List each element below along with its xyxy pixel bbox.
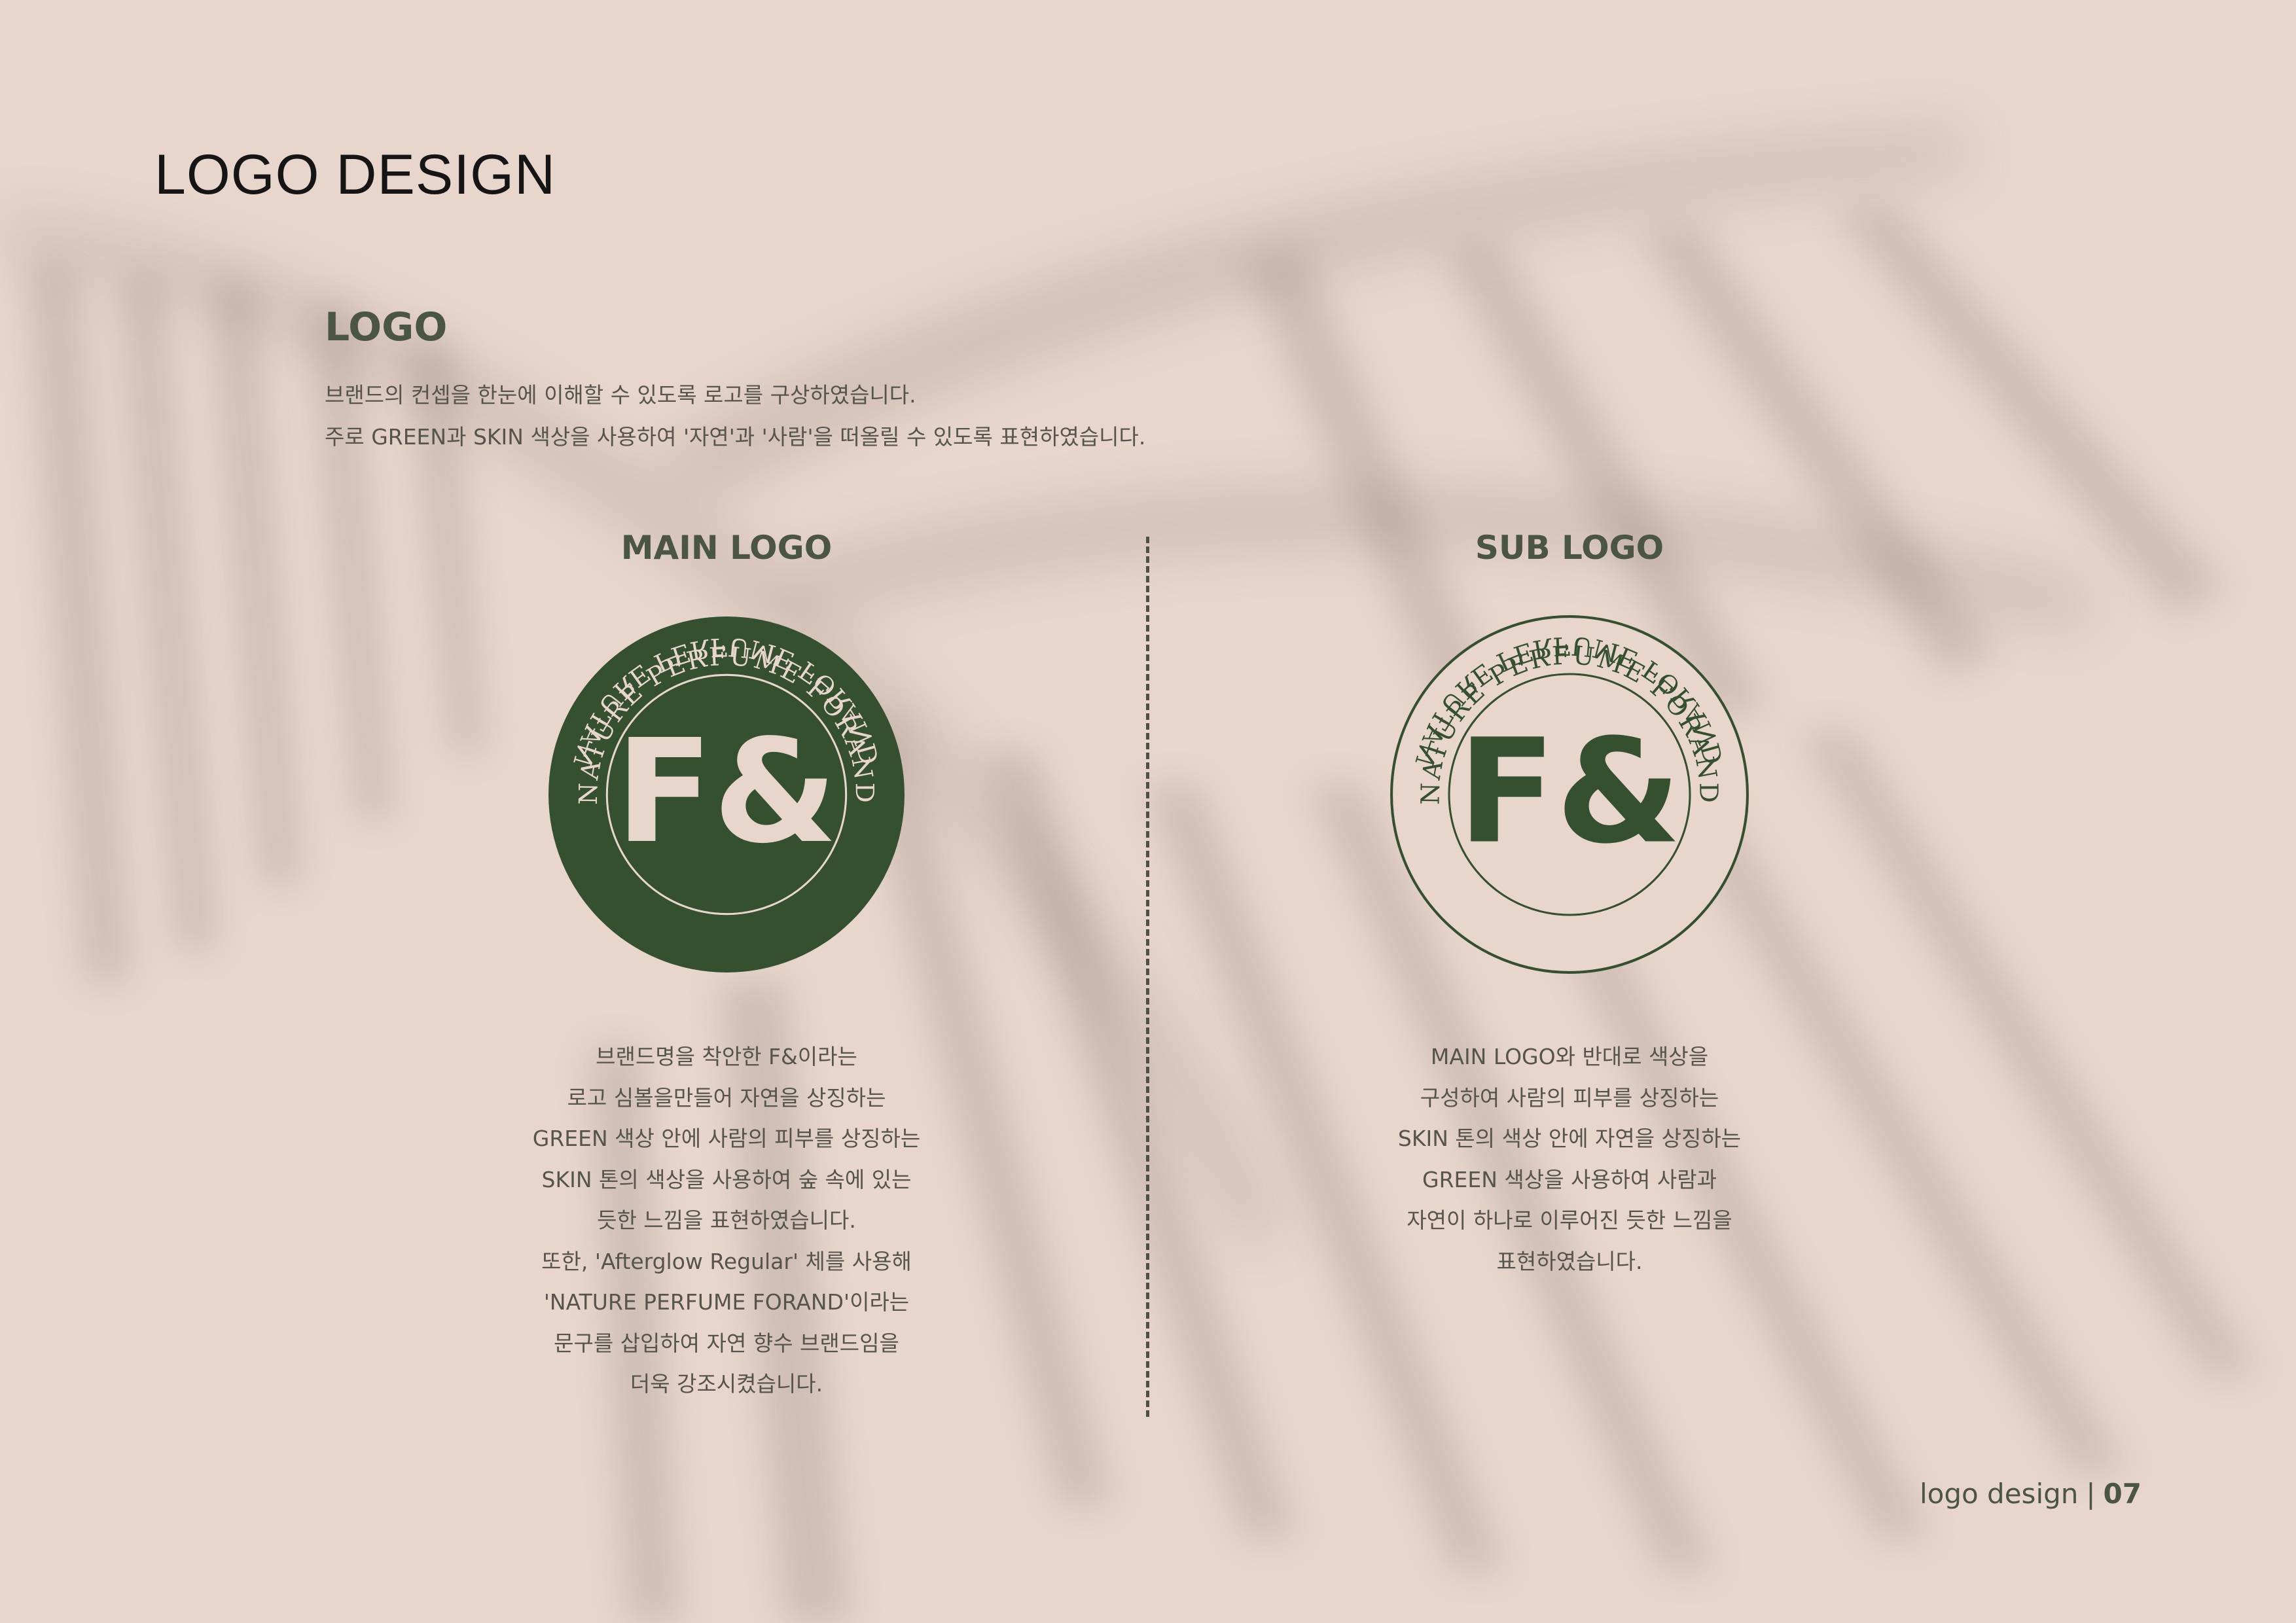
sub-logo-mark: F&: [1458, 708, 1681, 876]
page-number: 07: [2103, 1478, 2142, 1510]
main-desc-line: 문구를 삽입하여 자연 향수 브랜드임을: [554, 1330, 899, 1356]
sub-logo-description: MAIN LOGO와 반대로 색상을 구성하여 사람의 피부를 상징하는 SKI…: [1321, 1037, 1818, 1282]
sub-desc-line: 자연이 하나로 이루어진 듯한 느낌을: [1407, 1207, 1732, 1233]
sub-logo-emblem: NATURE PERFUME FORAND NATURE PERFUME FOR…: [1390, 615, 1749, 974]
sub-desc-line: 구성하여 사람의 피부를 상징하는: [1420, 1084, 1719, 1111]
main-desc-line: 'NATURE PERFUME FORAND'이라는: [543, 1289, 910, 1315]
main-logo-description: 브랜드명을 착안한 F&이라는 로고 심볼을만들어 자연을 상징하는 GREEN…: [478, 1037, 975, 1405]
sub-logo-title: SUB LOGO: [1475, 529, 1664, 567]
sub-desc-line: 표현하였습니다.: [1496, 1248, 1643, 1274]
main-desc-line: 또한, 'Afterglow Regular' 체를 사용해: [541, 1248, 912, 1274]
sub-desc-line: MAIN LOGO와 반대로 색상을: [1430, 1044, 1709, 1069]
intro-line: 브랜드의 컨셉을 한눈에 이해할 수 있도록 로고를 구상하였습니다.: [325, 382, 916, 408]
sub-desc-line: GREEN 색상을 사용하여 사람과: [1422, 1166, 1717, 1192]
intro-text: 브랜드의 컨셉을 한눈에 이해할 수 있도록 로고를 구상하였습니다. 주로 G…: [325, 374, 1145, 458]
column-divider: [1146, 537, 1149, 1417]
main-desc-line: 듯한 느낌을 표현하였습니다.: [597, 1207, 856, 1233]
main-logo-title: MAIN LOGO: [620, 529, 833, 567]
section-title-logo: LOGO: [325, 304, 448, 350]
footer-label: logo design: [1919, 1478, 2079, 1510]
main-desc-line: 브랜드명을 착안한 F&이라는: [596, 1044, 857, 1069]
page-title: LOGO DESIGN: [154, 143, 556, 206]
main-desc-line: 로고 심볼을만들어 자연을 상징하는: [567, 1084, 886, 1111]
main-logo-emblem: NATURE PERFUME FORAND NATURE PERFUME FOR…: [548, 616, 905, 972]
main-logo-mark: F&: [615, 709, 837, 875]
page-footer: logo design | 07: [1920, 1478, 2142, 1510]
footer-separator: |: [2086, 1478, 2096, 1510]
main-desc-line: SKIN 톤의 색상을 사용하여 숲 속에 있는: [541, 1166, 912, 1192]
main-desc-line: GREEN 색상 안에 사람의 피부를 상징하는: [532, 1126, 921, 1151]
sub-desc-line: SKIN 톤의 색상 안에 자연을 상징하는: [1397, 1126, 1742, 1151]
intro-line: 주로 GREEN과 SKIN 색상을 사용하여 '자연'과 '사람'을 떠올릴 …: [325, 424, 1146, 450]
main-desc-line: 더욱 강조시켰습니다.: [630, 1371, 823, 1397]
